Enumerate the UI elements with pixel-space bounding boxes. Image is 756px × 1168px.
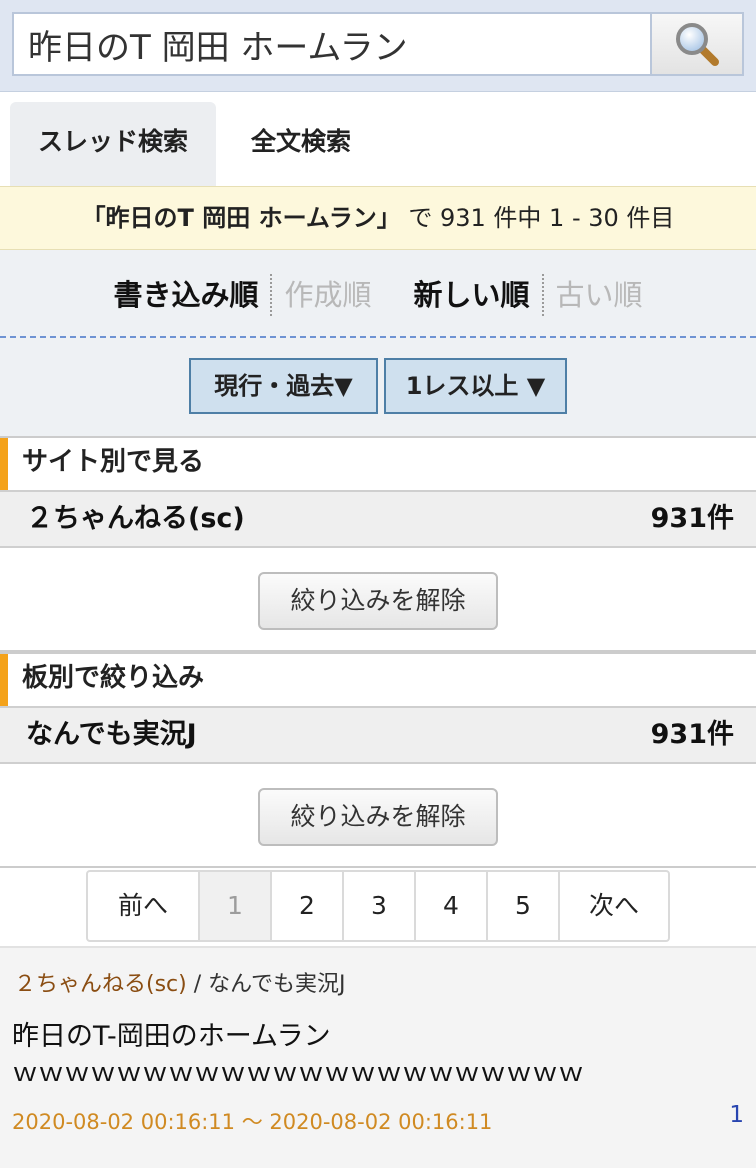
next-page-button[interactable]: 次へ	[560, 872, 668, 940]
pagination: 前へ 1 2 3 4 5 次へ	[86, 870, 670, 942]
board-facet-row[interactable]: なんでも実況J 931件	[0, 706, 756, 764]
site-facet-panel: サイト別で見る ２ちゃんねる(sc) 931件 絞り込みを解除	[0, 436, 756, 652]
magnifier-icon	[676, 23, 719, 66]
site-facet-row[interactable]: ２ちゃんねる(sc) 931件	[0, 490, 756, 548]
dashed-divider	[0, 336, 756, 338]
min-res-filter-dropdown[interactable]: 1レス以上 ▼	[384, 358, 567, 414]
page-4[interactable]: 4	[416, 872, 488, 940]
result-res-count: 1	[729, 1102, 744, 1128]
page-1: 1	[200, 872, 272, 940]
clear-site-filter-button[interactable]: 絞り込みを解除	[258, 572, 498, 630]
page-5[interactable]: 5	[488, 872, 560, 940]
sort-area: 書き込み順 作成順 新しい順 古い順 現行・過去▼ 1レス以上 ▼	[0, 250, 756, 436]
result-title[interactable]: 昨日のT-岡田のホームラン	[12, 1014, 331, 1053]
page-3[interactable]: 3	[344, 872, 416, 940]
tab-fulltext-search[interactable]: 全文検索	[226, 102, 376, 186]
search-input[interactable]	[12, 12, 650, 76]
board-facet-title: 板別で絞り込み	[0, 654, 756, 706]
result-site-link[interactable]: ２ちゃんねる(sc)	[14, 972, 187, 997]
result-dates: 2020-08-02 00:16:11 〜 2020-08-02 00:16:1…	[12, 1110, 493, 1134]
page-2[interactable]: 2	[272, 872, 344, 940]
prev-page-button[interactable]: 前へ	[88, 872, 200, 940]
summary-count-text: で 931 件中 1 - 30 件目	[400, 204, 675, 232]
result-board-link[interactable]: なんでも実況J	[208, 972, 345, 997]
site-facet-title: サイト別で見る	[0, 438, 756, 490]
search-button[interactable]	[650, 12, 744, 76]
breadcrumb-separator: /	[186, 972, 209, 997]
search-tabs: スレッド検索 全文検索	[0, 92, 756, 186]
summary-query: 「昨日のT 岡田 ホームラン」	[81, 204, 401, 232]
board-name: なんでも実況J	[26, 719, 197, 750]
tab-thread-search[interactable]: スレッド検索	[10, 102, 216, 186]
period-filter-dropdown[interactable]: 現行・過去▼	[189, 358, 378, 414]
board-facet-panel: 板別で絞り込み なんでも実況J 931件 絞り込みを解除	[0, 652, 756, 868]
sort-newest[interactable]: 新しい順	[402, 271, 542, 319]
clear-board-filter-button[interactable]: 絞り込みを解除	[258, 788, 498, 846]
result-summary: 「昨日のT 岡田 ホームラン」 で 931 件中 1 - 30 件目	[0, 186, 756, 250]
site-name: ２ちゃんねる(sc)	[26, 503, 245, 534]
sort-write-order[interactable]: 書き込み順	[101, 271, 270, 319]
result-item[interactable]: ２ちゃんねる(sc) / なんでも実況J 昨日のT-岡田のホームラン ｗｗｗｗｗ…	[0, 946, 756, 1168]
search-bar	[0, 0, 756, 92]
result-title-continued[interactable]: ｗｗｗｗｗｗｗｗｗｗｗｗｗｗｗｗｗｗｗｗｗｗ	[12, 1052, 584, 1089]
sort-created-order[interactable]: 作成順	[272, 271, 383, 319]
board-count: 931件	[650, 719, 734, 750]
site-count: 931件	[650, 503, 734, 534]
sort-options: 書き込み順 作成順 新しい順 古い順	[0, 270, 756, 320]
sort-oldest[interactable]: 古い順	[544, 271, 655, 319]
result-breadcrumb: ２ちゃんねる(sc) / なんでも実況J	[14, 966, 346, 998]
